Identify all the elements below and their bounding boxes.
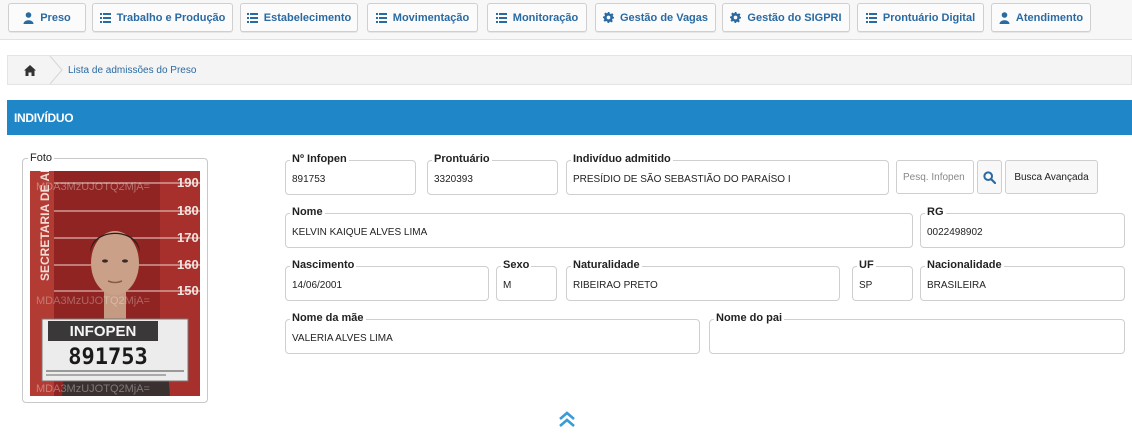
- nacionalidade-field[interactable]: Nacionalidade BRASILEIRA: [920, 259, 1125, 301]
- nascimento-value: 14/06/2001: [292, 280, 343, 291]
- admitido-value: PRESÍDIO DE SÃO SEBASTIÃO DO PARAÍSO I: [573, 174, 791, 185]
- infopen-value: 891753: [292, 174, 326, 185]
- admitido-field[interactable]: Indivíduo admitido PRESÍDIO DE SÃO SEBAS…: [566, 153, 889, 195]
- height-mark-160: 160: [177, 257, 199, 272]
- nav-preso-label: Preso: [40, 11, 71, 24]
- nascimento-field[interactable]: Nascimento 14/06/2001: [285, 259, 489, 301]
- height-mark-180: 180: [177, 203, 199, 218]
- photo-watermark-middle: MDA3MzUJOTQ2MjA=: [36, 295, 150, 307]
- prontuario-label: Prontuário: [432, 153, 492, 165]
- user-icon: [999, 11, 1010, 24]
- infopen-label: Nº Infopen: [290, 153, 349, 165]
- photo-watermark-bottom: MDA3MzUJOTQ2MjA=: [36, 383, 150, 395]
- uf-value: SP: [859, 280, 873, 291]
- naturalidade-value: RIBEIRAO PRETO: [573, 280, 658, 291]
- nacionalidade-value: BRASILEIRA: [927, 280, 986, 291]
- uf-field[interactable]: UF SP: [852, 259, 913, 301]
- sexo-value: M: [503, 280, 512, 291]
- nav-gestao-vagas-label: Gestão de Vagas: [619, 11, 709, 24]
- gear-icon: [602, 12, 614, 23]
- search-icon: [983, 170, 996, 184]
- nav-monitoracao-label: Monitoração: [512, 11, 579, 24]
- nav-trabalho-button[interactable]: Trabalho e Produção: [92, 3, 233, 32]
- pai-field[interactable]: Nome do pai: [709, 312, 1125, 354]
- nav-atendimento-button[interactable]: Atendimento: [991, 3, 1091, 32]
- mae-label: Nome da mãe: [290, 312, 366, 324]
- nav-prontuario-label: Prontuário Digital: [882, 11, 976, 24]
- nascimento-label: Nascimento: [290, 259, 357, 271]
- sexo-label: Sexo: [501, 259, 532, 271]
- nav-monitoracao-button[interactable]: Monitoração: [487, 3, 587, 32]
- nav-gestao-vagas-button[interactable]: Gestão de Vagas: [595, 3, 716, 32]
- height-mark-150: 150: [177, 283, 199, 298]
- home-icon: [24, 64, 36, 76]
- user-icon: [23, 11, 34, 24]
- placard-number: 891753: [68, 345, 147, 370]
- naturalidade-field[interactable]: Naturalidade RIBEIRAO PRETO: [566, 259, 840, 301]
- height-mark-190: 190: [177, 175, 199, 190]
- nav-trabalho-label: Trabalho e Produção: [116, 11, 226, 24]
- rg-label: RG: [925, 206, 946, 218]
- gear-icon: [730, 12, 742, 23]
- nav-movimentacao-button[interactable]: Movimentação: [367, 3, 478, 32]
- nav-movimentacao-label: Movimentação: [392, 11, 470, 24]
- breadcrumb-admissions-link[interactable]: Lista de admissões do Preso: [68, 65, 196, 76]
- breadcrumb-separator: [49, 56, 63, 84]
- nome-value: KELVIN KAIQUE ALVES LIMA: [292, 227, 428, 238]
- nome-label: Nome: [290, 206, 325, 218]
- nav-gestao-sigpri-label: Gestão do SIGPRI: [747, 11, 842, 24]
- admitido-label: Indivíduo admitido: [571, 153, 673, 165]
- section-title: INDIVÍDUO: [14, 111, 74, 125]
- mae-value: VALERIA ALVES LIMA: [292, 333, 393, 344]
- uf-label: UF: [857, 259, 876, 271]
- breadcrumb: Lista de admissões do Preso: [7, 55, 1132, 85]
- mae-field[interactable]: Nome da mãe VALERIA ALVES LIMA: [285, 312, 700, 354]
- breadcrumb-home-link[interactable]: [8, 56, 52, 84]
- nav-estabelecimento-button[interactable]: Estabelecimento: [240, 3, 358, 32]
- list-icon: [99, 12, 111, 23]
- nav-estabelecimento-label: Estabelecimento: [263, 11, 352, 24]
- advanced-search-button[interactable]: Busca Avançada: [1005, 160, 1098, 194]
- placard-title: INFOPEN: [70, 323, 137, 340]
- nome-field[interactable]: Nome KELVIN KAIQUE ALVES LIMA: [285, 206, 913, 248]
- nav-prontuario-button[interactable]: Prontuário Digital: [857, 3, 984, 32]
- infopen-search-button[interactable]: [977, 160, 1002, 194]
- photo-watermark-top: MDA3MzUJOTQ2MjA=: [36, 181, 150, 193]
- prontuario-field[interactable]: Prontuário 3320393: [427, 153, 558, 195]
- pai-label: Nome do pai: [714, 312, 785, 324]
- double-chevron-up-icon[interactable]: [557, 410, 577, 430]
- list-icon: [246, 12, 258, 23]
- nav-gestao-sigpri-button[interactable]: Gestão do SIGPRI: [722, 3, 850, 32]
- list-icon: [495, 12, 507, 23]
- infopen-search-input[interactable]: [896, 160, 974, 194]
- nav-preso-button[interactable]: Preso: [8, 3, 86, 32]
- naturalidade-label: Naturalidade: [571, 259, 642, 271]
- prontuario-value: 3320393: [434, 174, 473, 185]
- height-mark-170: 170: [177, 230, 199, 245]
- top-navigation: Preso Trabalho e Produção Estabeleciment…: [0, 0, 1132, 40]
- sexo-field[interactable]: Sexo M: [496, 259, 557, 301]
- photo-fieldset: Foto 190 180 170 160 150 SECRETARIA DE A…: [22, 152, 208, 403]
- nacionalidade-label: Nacionalidade: [925, 259, 1004, 271]
- section-header: INDIVÍDUO: [7, 100, 1132, 135]
- rg-field[interactable]: RG 0022498902: [920, 206, 1125, 248]
- list-icon: [865, 12, 877, 23]
- photo-label: Foto: [28, 152, 55, 164]
- nav-atendimento-label: Atendimento: [1015, 11, 1084, 24]
- infopen-field[interactable]: Nº Infopen 891753: [285, 153, 416, 195]
- rg-value: 0022498902: [927, 227, 983, 238]
- list-icon: [375, 12, 387, 23]
- inmate-photo: 190 180 170 160 150 SECRETARIA DE ADM IN…: [30, 171, 200, 396]
